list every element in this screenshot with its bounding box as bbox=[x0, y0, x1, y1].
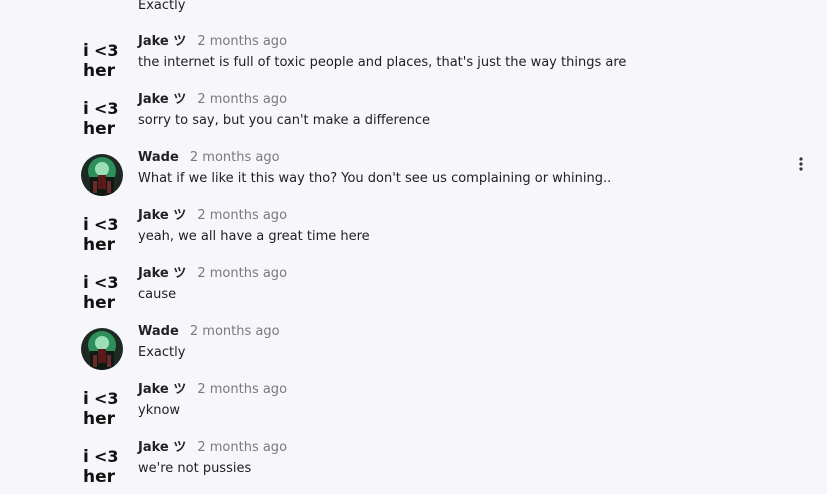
message-author[interactable]: Wade bbox=[138, 150, 179, 165]
svg-text:her: her bbox=[83, 235, 116, 255]
message-timestamp: 2 months ago bbox=[197, 34, 288, 49]
avatar[interactable] bbox=[80, 153, 124, 197]
svg-text:<3: <3 bbox=[94, 215, 119, 234]
svg-text:<3: <3 bbox=[94, 273, 119, 292]
message-timestamp: 2 months ago bbox=[197, 266, 288, 281]
message-author[interactable]: Wade bbox=[138, 324, 179, 339]
avatar[interactable]: i <3 her bbox=[80, 95, 124, 139]
avatar[interactable]: i <3 her bbox=[80, 443, 124, 487]
svg-text:<3: <3 bbox=[94, 447, 119, 466]
message-header: Jake ツ 2 months ago bbox=[138, 31, 287, 49]
message-item: i <3 her Jake ツ 2 months ago we're not p… bbox=[0, 436, 827, 494]
message-header: Jake ツ 2 months ago bbox=[138, 205, 287, 223]
message-text: yeah, we all have a great time here bbox=[138, 229, 370, 244]
i-heart-her-avatar-icon: i <3 her bbox=[80, 269, 124, 313]
svg-text:her: her bbox=[83, 119, 116, 139]
svg-text:<3: <3 bbox=[94, 389, 119, 408]
message-more-button[interactable] bbox=[790, 153, 812, 175]
message-item: Wade 2 months ago Exactly bbox=[0, 320, 827, 378]
svg-text:her: her bbox=[83, 61, 116, 81]
message-timestamp: 2 months ago bbox=[189, 324, 280, 339]
i-heart-her-avatar-icon: i <3 her bbox=[80, 385, 124, 429]
green-character-avatar-icon bbox=[81, 328, 123, 370]
previous-message-text: Exactly bbox=[138, 0, 186, 13]
message-text: the internet is full of toxic people and… bbox=[138, 55, 627, 70]
message-author[interactable]: Jake ツ bbox=[138, 34, 186, 49]
svg-text:i: i bbox=[83, 41, 89, 61]
svg-text:her: her bbox=[83, 409, 116, 429]
avatar[interactable] bbox=[80, 327, 124, 371]
message-text: cause bbox=[138, 287, 177, 302]
message-header: Wade 2 months ago bbox=[138, 147, 280, 165]
svg-text:i: i bbox=[83, 389, 89, 409]
message-item: i <3 her Jake ツ 2 months ago cause bbox=[0, 262, 827, 320]
message-item: i <3 her Jake ツ 2 months ago the interne… bbox=[0, 30, 827, 88]
svg-text:her: her bbox=[83, 293, 116, 313]
message-timestamp: 2 months ago bbox=[197, 440, 288, 455]
i-heart-her-avatar-icon: i <3 her bbox=[80, 95, 124, 139]
avatar[interactable]: i <3 her bbox=[80, 269, 124, 313]
message-text: sorry to say, but you can't make a diffe… bbox=[138, 113, 430, 128]
message-item: Wade 2 months ago What if we like it thi… bbox=[0, 146, 827, 204]
i-heart-her-avatar-icon: i <3 her bbox=[80, 37, 124, 81]
message-author[interactable]: Jake ツ bbox=[138, 440, 186, 455]
message-header: Wade 2 months ago bbox=[138, 321, 280, 339]
message-timestamp: 2 months ago bbox=[189, 150, 280, 165]
svg-text:<3: <3 bbox=[94, 41, 119, 60]
message-timestamp: 2 months ago bbox=[197, 382, 288, 397]
green-character-avatar-icon bbox=[81, 154, 123, 196]
svg-text:i: i bbox=[83, 273, 89, 293]
message-item: i <3 her Jake ツ 2 months ago yknow bbox=[0, 378, 827, 436]
message-text: yknow bbox=[138, 403, 181, 418]
svg-text:<3: <3 bbox=[94, 99, 119, 118]
i-heart-her-avatar-icon: i <3 her bbox=[80, 211, 124, 255]
message-author[interactable]: Jake ツ bbox=[138, 266, 186, 281]
message-item: i <3 her Jake ツ 2 months ago sorry to sa… bbox=[0, 88, 827, 146]
message-item: i <3 her Jake ツ 2 months ago yeah, we al… bbox=[0, 204, 827, 262]
i-heart-her-avatar-icon: i <3 her bbox=[80, 443, 124, 487]
avatar[interactable]: i <3 her bbox=[80, 37, 124, 81]
avatar[interactable]: i <3 her bbox=[80, 385, 124, 429]
message-header: Jake ツ 2 months ago bbox=[138, 437, 287, 455]
message-header: Jake ツ 2 months ago bbox=[138, 89, 287, 107]
message-author[interactable]: Jake ツ bbox=[138, 208, 186, 223]
more-vertical-icon bbox=[799, 157, 803, 171]
avatar[interactable]: i <3 her bbox=[80, 211, 124, 255]
svg-text:i: i bbox=[83, 215, 89, 235]
message-author[interactable]: Jake ツ bbox=[138, 92, 186, 107]
svg-text:her: her bbox=[83, 467, 116, 487]
message-timestamp: 2 months ago bbox=[197, 92, 288, 107]
message-author[interactable]: Jake ツ bbox=[138, 382, 186, 397]
message-timestamp: 2 months ago bbox=[197, 208, 288, 223]
message-feed: Exactly i <3 her Jake ツ 2 months ago the… bbox=[0, 0, 827, 487]
message-header: Jake ツ 2 months ago bbox=[138, 379, 287, 397]
message-text: What if we like it this way tho? You don… bbox=[138, 171, 612, 186]
message-header: Jake ツ 2 months ago bbox=[138, 263, 287, 281]
message-text: Exactly bbox=[138, 345, 186, 360]
svg-text:i: i bbox=[83, 447, 89, 467]
message-text: we're not pussies bbox=[138, 461, 252, 476]
svg-text:i: i bbox=[83, 99, 89, 119]
